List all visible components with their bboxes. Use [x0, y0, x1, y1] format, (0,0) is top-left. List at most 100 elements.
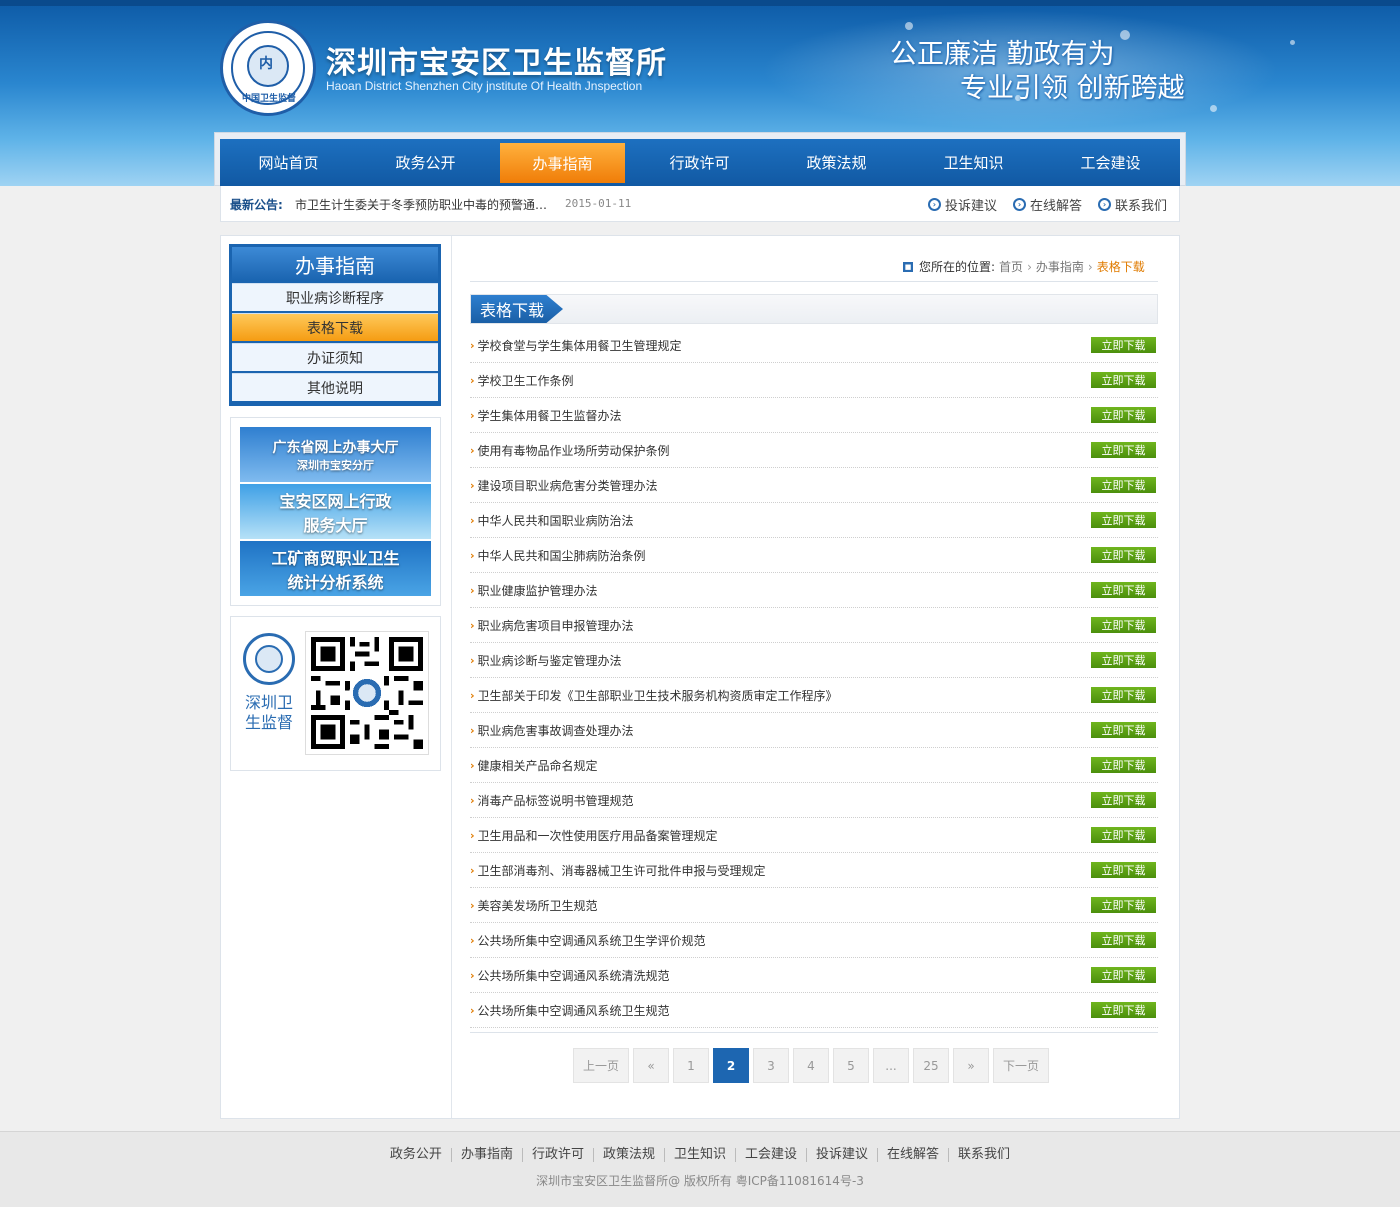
- file-title: 公共场所集中空调通风系统清洗规范: [477, 968, 670, 983]
- file-title: 卫生用品和一次性使用医疗用品备案管理规定: [477, 828, 718, 843]
- file-link[interactable]: › 使用有毒物品作业场所劳动保护条例: [470, 442, 670, 459]
- banner-box: 广东省网上办事大厅 深圳市宝安分厅 宝安区网上行政 服务大厅 工矿商贸职业卫生 …: [230, 417, 441, 606]
- pager-page-4[interactable]: 4: [793, 1048, 829, 1083]
- footer-link[interactable]: 政务公开: [381, 1148, 451, 1162]
- quick-link-complaint[interactable]: › 投诉建议: [927, 195, 997, 214]
- pager-page-last[interactable]: 25: [913, 1048, 949, 1083]
- banner-baoan-admin-hall[interactable]: 宝安区网上行政 服务大厅: [240, 484, 431, 539]
- chevron-right-icon: ›: [470, 653, 475, 667]
- banner-occupational-stats[interactable]: 工矿商贸职业卫生 统计分析系统: [240, 541, 431, 596]
- chevron-right-icon: ›: [470, 443, 475, 457]
- file-title: 美容美发场所卫生规范: [477, 898, 598, 913]
- pager-first[interactable]: «: [633, 1048, 669, 1083]
- notice-link[interactable]: 市卫生计生委关于冬季预防职业中毒的预警通…: [295, 196, 555, 213]
- file-link[interactable]: › 职业病危害项目申报管理办法: [470, 617, 634, 634]
- file-link[interactable]: › 职业病诊断与鉴定管理办法: [470, 652, 622, 669]
- file-link[interactable]: › 卫生用品和一次性使用医疗用品备案管理规定: [470, 827, 718, 844]
- sidebar-item-diagnosis[interactable]: 职业病诊断程序: [232, 283, 438, 311]
- download-button[interactable]: 立即下载: [1091, 512, 1156, 528]
- breadcrumb-parent[interactable]: 办事指南: [1036, 258, 1084, 275]
- site-logo[interactable]: 内 中国卫生监督: [220, 20, 316, 116]
- pager-last[interactable]: »: [953, 1048, 989, 1083]
- pager-next[interactable]: 下一页: [993, 1048, 1049, 1083]
- footer-link[interactable]: 卫生知识: [663, 1148, 735, 1162]
- breadcrumb-home[interactable]: 首页: [999, 258, 1023, 275]
- pager-page-5[interactable]: 5: [833, 1048, 869, 1083]
- breadcrumb-prefix: 您所在的位置:: [919, 260, 996, 274]
- nav-item-licensing[interactable]: 行政许可: [631, 139, 768, 186]
- download-button[interactable]: 立即下载: [1091, 442, 1156, 458]
- file-link[interactable]: › 建设项目职业病危害分类管理办法: [470, 477, 658, 494]
- quick-link-online-answer[interactable]: › 在线解答: [1012, 195, 1082, 214]
- footer-link[interactable]: 投诉建议: [806, 1148, 877, 1162]
- file-link[interactable]: › 美容美发场所卫生规范: [470, 897, 598, 914]
- file-title: 职业健康监护管理办法: [477, 583, 598, 598]
- download-button[interactable]: 立即下载: [1091, 372, 1156, 388]
- download-button[interactable]: 立即下载: [1091, 617, 1156, 633]
- download-button[interactable]: 立即下载: [1091, 862, 1156, 878]
- download-button[interactable]: 立即下载: [1091, 932, 1156, 948]
- file-link[interactable]: › 职业健康监护管理办法: [470, 582, 598, 599]
- arrow-circle-icon: ›: [1012, 198, 1026, 211]
- file-title: 职业病危害事故调查处理办法: [477, 723, 634, 738]
- nav-item-union[interactable]: 工会建设: [1042, 139, 1179, 186]
- file-link[interactable]: › 卫生部关于印发《卫生部职业卫生技术服务机构资质审定工作程序》: [470, 687, 838, 704]
- arrow-circle-icon: ›: [927, 198, 941, 211]
- footer-link[interactable]: 政策法规: [592, 1148, 664, 1162]
- download-button[interactable]: 立即下载: [1091, 792, 1156, 808]
- nav-item-home[interactable]: 网站首页: [220, 139, 357, 186]
- logo-core-text: 内: [259, 56, 273, 72]
- download-button[interactable]: 立即下载: [1091, 337, 1156, 353]
- footer-link[interactable]: 行政许可: [521, 1148, 593, 1162]
- download-button[interactable]: 立即下载: [1091, 547, 1156, 563]
- banner-guangdong-online-hall[interactable]: 广东省网上办事大厅 深圳市宝安分厅: [240, 427, 431, 482]
- file-link[interactable]: › 公共场所集中空调通风系统清洗规范: [470, 967, 670, 984]
- download-button[interactable]: 立即下载: [1091, 722, 1156, 738]
- file-link[interactable]: › 职业病危害事故调查处理办法: [470, 722, 634, 739]
- file-row: › 职业健康监护管理办法 立即下载: [470, 573, 1158, 608]
- file-link[interactable]: › 健康相关产品命名规定: [470, 757, 598, 774]
- pager-page-3[interactable]: 3: [753, 1048, 789, 1083]
- footer-link[interactable]: 工会建设: [735, 1148, 806, 1162]
- download-button[interactable]: 立即下载: [1091, 1002, 1156, 1018]
- file-link[interactable]: › 中华人民共和国职业病防治法: [470, 512, 634, 529]
- file-link[interactable]: › 公共场所集中空调通风系统卫生规范: [470, 1002, 670, 1019]
- file-link[interactable]: › 学校卫生工作条例: [470, 372, 574, 389]
- nav-item-policy[interactable]: 政策法规: [768, 139, 905, 186]
- file-link[interactable]: › 学生集体用餐卫生监督办法: [470, 407, 622, 424]
- sidebar-title: 办事指南: [232, 247, 438, 281]
- footer-link[interactable]: 办事指南: [450, 1148, 522, 1162]
- file-link[interactable]: › 卫生部消毒剂、消毒器械卫生许可批件申报与受理规定: [470, 862, 766, 879]
- footer-link[interactable]: 在线解答: [877, 1148, 948, 1162]
- notice-bar: 最新公告: 市卫生计生委关于冬季预防职业中毒的预警通… 2015-01-11 ›…: [220, 186, 1180, 222]
- file-link[interactable]: › 学校食堂与学生集体用餐卫生管理规定: [470, 337, 682, 354]
- breadcrumb-current: 表格下载: [1096, 260, 1145, 274]
- quick-link-contact[interactable]: › 联系我们: [1097, 195, 1167, 214]
- file-link[interactable]: › 消毒产品标签说明书管理规范: [470, 792, 634, 809]
- banner-line: 服务大厅: [303, 515, 368, 535]
- download-button[interactable]: 立即下载: [1091, 477, 1156, 493]
- download-button[interactable]: 立即下载: [1091, 407, 1156, 423]
- nav-item-gov-affairs[interactable]: 政务公开: [357, 139, 494, 186]
- download-button[interactable]: 立即下载: [1091, 967, 1156, 983]
- footer-link[interactable]: 联系我们: [948, 1148, 1019, 1162]
- pager-page-2[interactable]: 2: [713, 1048, 749, 1083]
- nav-item-knowledge[interactable]: 卫生知识: [905, 139, 1042, 186]
- download-button[interactable]: 立即下载: [1091, 687, 1156, 703]
- download-button[interactable]: 立即下载: [1091, 827, 1156, 843]
- file-link[interactable]: › 公共场所集中空调通风系统卫生学评价规范: [470, 932, 706, 949]
- pager-prev[interactable]: 上一页: [573, 1048, 629, 1083]
- download-button[interactable]: 立即下载: [1091, 652, 1156, 668]
- decor-dot: [905, 22, 913, 30]
- file-row: › 使用有毒物品作业场所劳动保护条例 立即下载: [470, 433, 1158, 468]
- sidebar-item-other[interactable]: 其他说明: [232, 373, 438, 401]
- nav-item-guide[interactable]: 办事指南: [500, 143, 625, 183]
- sidebar-item-forms[interactable]: 表格下载: [232, 313, 438, 341]
- sidebar-item-license-notes[interactable]: 办证须知: [232, 343, 438, 371]
- download-button[interactable]: 立即下载: [1091, 897, 1156, 913]
- download-button[interactable]: 立即下载: [1091, 582, 1156, 598]
- file-title: 职业病危害项目申报管理办法: [477, 618, 634, 633]
- download-button[interactable]: 立即下载: [1091, 757, 1156, 773]
- file-link[interactable]: › 中华人民共和国尘肺病防治条例: [470, 547, 646, 564]
- pager-page-1[interactable]: 1: [673, 1048, 709, 1083]
